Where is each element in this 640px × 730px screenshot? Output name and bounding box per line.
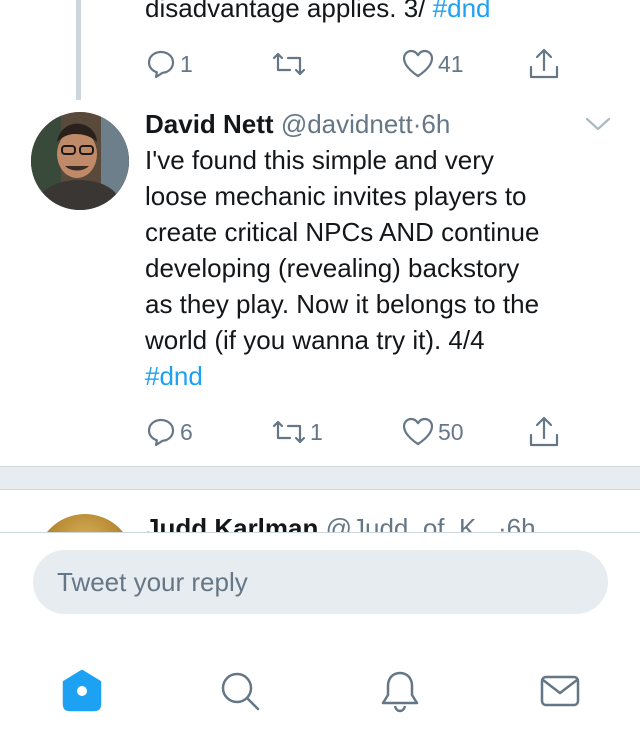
tweet-time: 6h (421, 109, 451, 139)
previous-tweet-body: disadvantage applies. 3/ (145, 0, 433, 23)
share-button[interactable] (527, 44, 561, 84)
heart-icon (402, 49, 434, 78)
retweet-icon (272, 52, 306, 76)
messages-icon (540, 675, 580, 707)
chevron-down-icon (585, 117, 611, 131)
previous-tweet-text: disadvantage applies. 3/ #dnd (145, 0, 491, 26)
tab-notifications[interactable] (370, 661, 430, 721)
retweet-icon (272, 420, 306, 444)
conversation-divider (0, 466, 640, 490)
author-name[interactable]: David Nett (145, 109, 274, 139)
like-count: 41 (438, 50, 464, 77)
tweet-line: I've found this simple and very (145, 145, 494, 175)
share-button[interactable] (527, 412, 561, 452)
avatar[interactable] (31, 112, 129, 210)
thread-connector-line (76, 0, 81, 100)
like-button[interactable]: 50 (401, 412, 464, 452)
author-handle[interactable]: @davidnett (281, 109, 413, 139)
reply-composer-area: Tweet your reply (0, 532, 640, 730)
tweet-line: loose mechanic invites players to (145, 181, 527, 211)
reply-button[interactable]: 6 (145, 412, 193, 452)
tab-messages[interactable] (530, 661, 590, 721)
tweet-line: create critical NPCs AND continue (145, 217, 540, 247)
tweet-header: David Nett @davidnett·6h (145, 106, 450, 142)
retweet-button[interactable]: 1 (271, 412, 323, 452)
like-count: 50 (438, 418, 464, 445)
like-button[interactable]: 41 (401, 44, 464, 84)
reply-count: 6 (180, 418, 193, 445)
previous-tweet-actions: 1 41 (145, 44, 575, 84)
search-icon (221, 672, 260, 711)
share-icon (529, 48, 559, 79)
tweet-line: developing (revealing) backstory (145, 253, 520, 283)
tweet-line: as they play. Now it belongs to the (145, 289, 540, 319)
share-icon (529, 416, 559, 447)
reply-count: 1 (180, 50, 193, 77)
tweet-body: I've found this simple and very loose me… (145, 142, 615, 394)
retweet-count: 1 (310, 418, 323, 445)
reply-icon (147, 418, 175, 447)
tweet-hashtag[interactable]: #dnd (145, 358, 615, 394)
reply-placeholder: Tweet your reply (57, 567, 248, 597)
home-icon (62, 669, 102, 712)
avatar-photo (31, 112, 129, 210)
retweet-button[interactable] (271, 44, 310, 84)
tab-search[interactable] (210, 661, 270, 721)
tweet-options-button[interactable] (584, 114, 612, 139)
tab-home[interactable] (52, 661, 112, 721)
tweet-actions: 6 1 50 (145, 412, 575, 452)
previous-tweet-hashtag[interactable]: #dnd (433, 0, 491, 23)
tweet-line: world (if you wanna try it). 4/4 (145, 325, 485, 355)
reply-button[interactable]: 1 (145, 44, 193, 84)
reply-input[interactable]: Tweet your reply (33, 550, 608, 614)
notifications-icon (381, 671, 419, 713)
heart-icon (402, 417, 434, 446)
reply-icon (147, 50, 175, 79)
